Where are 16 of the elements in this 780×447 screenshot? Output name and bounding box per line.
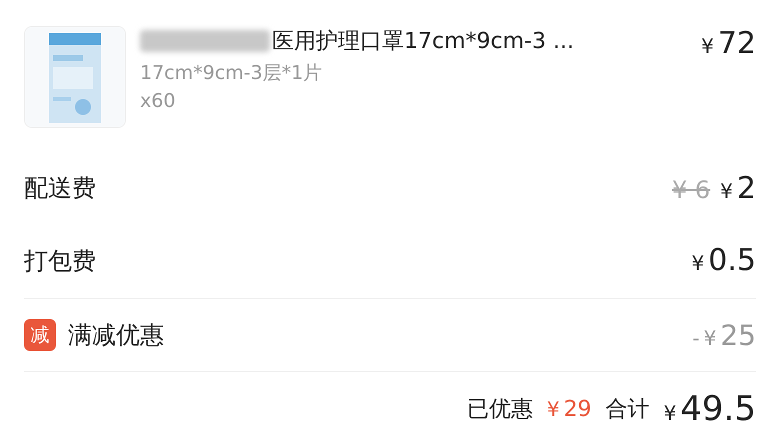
product-quantity: x60 <box>140 90 176 112</box>
discount-badge: 减 <box>24 319 56 352</box>
fee-label: 打包费 <box>24 246 96 277</box>
total-label: 合计 <box>606 396 650 424</box>
product-spec: 17cm*9cm-3层*1片 <box>140 61 324 86</box>
fee-price: ¥0.5 <box>692 243 756 278</box>
total-amount: ¥49.5 <box>664 389 756 430</box>
discount-label: 满减优惠 <box>68 320 164 352</box>
discount-amount: - ¥25 <box>692 318 756 352</box>
saved-amount: ¥ 29 <box>546 396 592 422</box>
original-price: ¥ 6 <box>672 176 710 204</box>
fee-price: ¥2 <box>720 170 756 206</box>
saved-label: 已优惠 <box>466 396 533 424</box>
product-price: ¥72 <box>701 26 756 61</box>
product-name: 医用护理口罩17cm*9cm-3 ... <box>272 28 574 56</box>
fee-label: 配送费 <box>24 173 96 204</box>
